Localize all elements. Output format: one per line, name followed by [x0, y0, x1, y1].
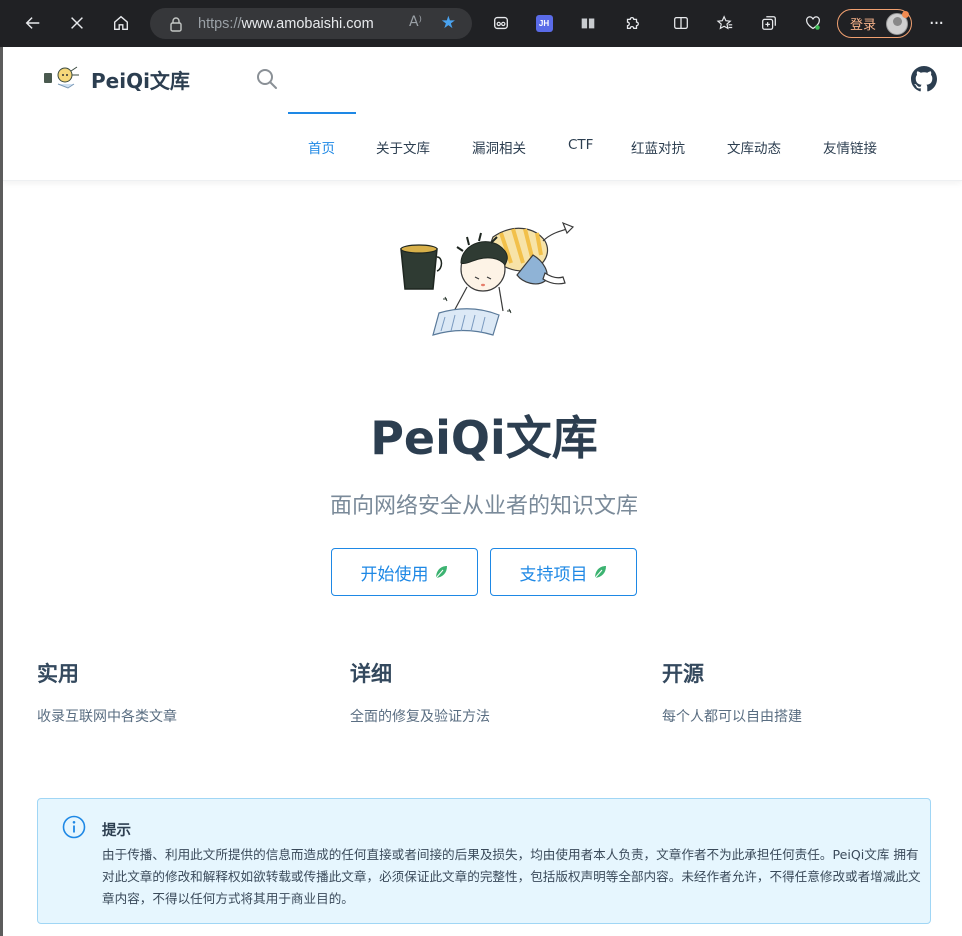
- browser-essentials-button[interactable]: [798, 8, 828, 38]
- book-icon: [581, 18, 595, 29]
- login-label: 登录: [850, 18, 877, 33]
- arrow-left-icon: [25, 17, 40, 29]
- nav-item-ctf[interactable]: CTF: [568, 137, 593, 153]
- favorites-button[interactable]: [710, 8, 740, 38]
- login-button[interactable]: 登录: [837, 9, 912, 38]
- info-icon: [62, 815, 86, 839]
- close-icon: [71, 17, 83, 29]
- address-bar[interactable]: https://www.amobaishi.com A⁾ ★: [150, 8, 472, 39]
- favorites-list-icon: [716, 15, 733, 30]
- feature-title: 开源: [662, 662, 704, 686]
- home-icon: [114, 15, 128, 30]
- extension-button[interactable]: [486, 8, 516, 38]
- split-screen-icon: [674, 16, 688, 30]
- site-title[interactable]: PeiQi文库: [91, 65, 190, 94]
- read-aloud-icon[interactable]: A⁾: [409, 14, 422, 30]
- hero-title: PeiQi文库: [370, 411, 598, 465]
- home-button[interactable]: [101, 3, 141, 43]
- support-project-label: 支持项目: [519, 564, 588, 585]
- browser-toolbar: https://www.amobaishi.com A⁾ ★ JH 登录 ···: [0, 0, 962, 47]
- nav-item-about[interactable]: 关于文库: [376, 137, 430, 157]
- feature-details: 收录互联网中各类文章: [37, 709, 177, 725]
- heart-pulse-icon: [806, 16, 820, 30]
- site-logo[interactable]: [41, 63, 81, 93]
- more-options-button[interactable]: ···: [922, 8, 950, 38]
- split-screen-button[interactable]: [666, 8, 696, 38]
- page-content: PeiQi文库 首页 关于文库 漏洞相关 CTF 红蓝对抗 文库动态 友情链接: [0, 47, 962, 936]
- hero-description: 面向网络安全从业者的知识文库: [329, 494, 638, 519]
- nav-item-home[interactable]: 首页: [308, 137, 335, 157]
- get-started-label: 开始使用: [360, 564, 429, 585]
- support-project-button[interactable]: 支持项目: [490, 548, 637, 596]
- nav-active-indicator: [288, 112, 356, 114]
- back-button[interactable]: [13, 3, 53, 43]
- reader-extension-button[interactable]: [573, 8, 603, 38]
- extensions-button[interactable]: [617, 8, 647, 38]
- tip-title: 提示: [102, 823, 131, 839]
- feature-title: 详细: [350, 662, 392, 686]
- feature-title: 实用: [37, 662, 79, 686]
- feature-practical: 实用 收录互联网中各类文章: [37, 658, 317, 726]
- tip-callout: 提示 由于传播、利用此文所提供的信息而造成的任何直接或者间接的后果及损失，均由使…: [37, 798, 931, 924]
- feature-detailed: 详细 全面的修复及验证方法: [350, 658, 630, 726]
- favorite-star-icon[interactable]: ★: [441, 13, 456, 33]
- jh-extension-button[interactable]: JH: [529, 8, 559, 38]
- stop-loading-button[interactable]: [57, 3, 97, 43]
- collections-button[interactable]: [754, 8, 784, 38]
- nav-menu: 首页 关于文库 漏洞相关 CTF 红蓝对抗 文库动态 友情链接: [3, 137, 962, 161]
- glasses-icon: [494, 16, 508, 30]
- search-icon[interactable]: [255, 67, 279, 91]
- feature-open-source: 开源 每个人都可以自由搭建: [662, 658, 942, 726]
- nav-item-red-blue[interactable]: 红蓝对抗: [631, 137, 685, 157]
- nav-item-links[interactable]: 友情链接: [823, 137, 877, 157]
- leaf-icon: [594, 566, 606, 579]
- jh-icon: JH: [535, 14, 553, 32]
- site-navbar: PeiQi文库 首页 关于文库 漏洞相关 CTF 红蓝对抗 文库动态 友情链接: [3, 47, 962, 181]
- get-started-button[interactable]: 开始使用: [331, 548, 478, 596]
- feature-details: 全面的修复及验证方法: [350, 709, 490, 725]
- nav-item-vulnerabilities[interactable]: 漏洞相关: [472, 137, 526, 157]
- nav-item-news[interactable]: 文库动态: [727, 137, 781, 157]
- collections-icon: [762, 16, 776, 30]
- github-icon[interactable]: [911, 66, 937, 92]
- hero-illustration: [400, 221, 575, 336]
- leaf-icon: [435, 566, 447, 579]
- tip-text: 由于传播、利用此文所提供的信息而造成的任何直接或者间接的后果及损失，均由使用者本…: [102, 847, 921, 906]
- feature-details: 每个人都可以自由搭建: [662, 709, 802, 725]
- url-text: https://www.amobaishi.com: [198, 15, 374, 32]
- notification-dot: [902, 11, 909, 18]
- puzzle-icon: [626, 16, 639, 30]
- lock-icon: [170, 16, 182, 32]
